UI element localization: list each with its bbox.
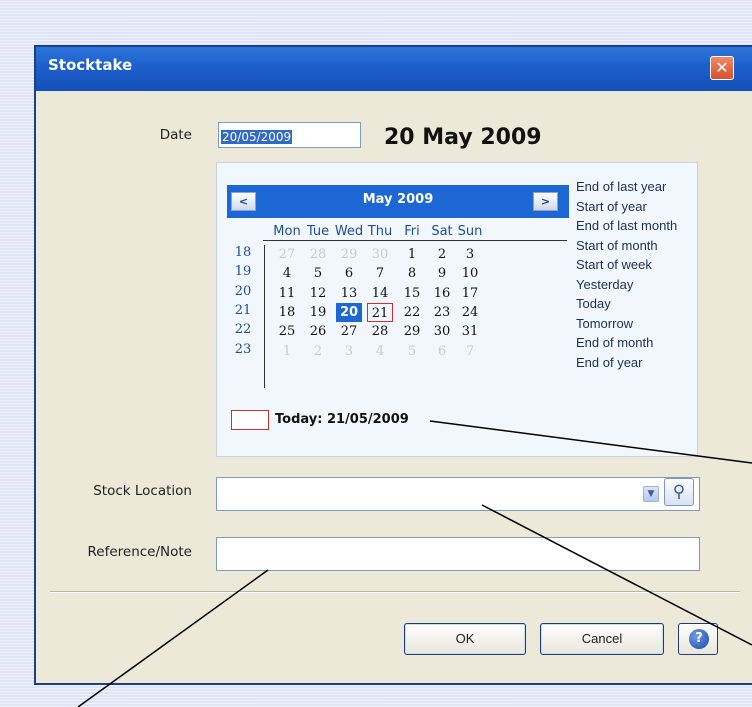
annotation-arrows [77, 420, 752, 707]
annotation-line-today [429, 420, 752, 464]
annotation-line-reference [77, 569, 269, 707]
annotation-line-stock-location [481, 504, 752, 646]
